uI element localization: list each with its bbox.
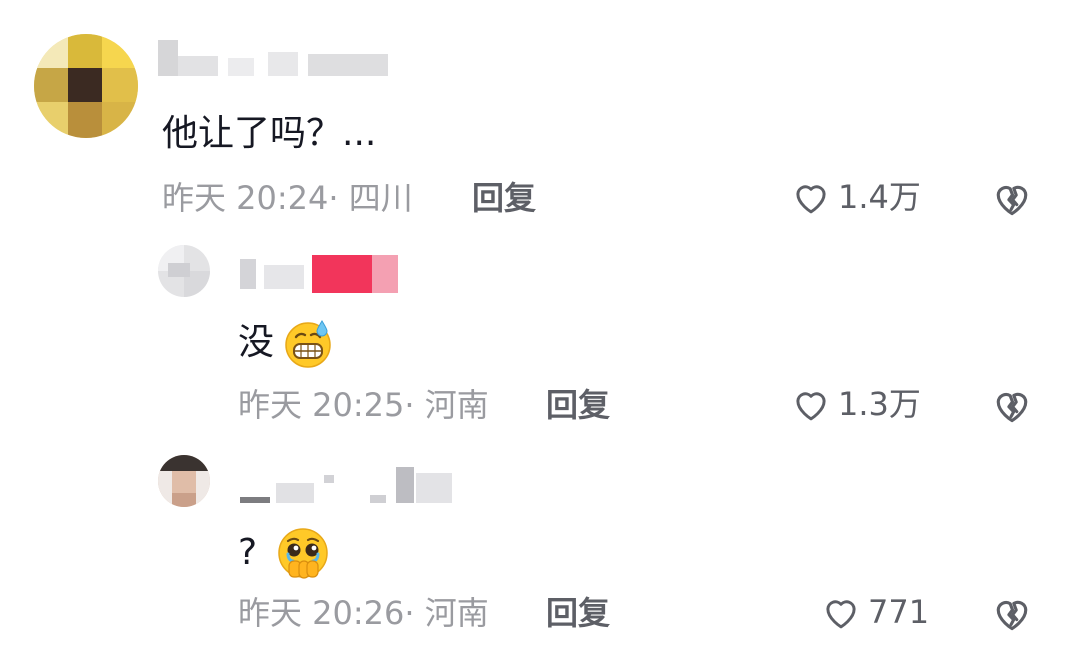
- like-count: 771: [868, 593, 930, 631]
- like-button[interactable]: 1.3万: [790, 383, 921, 425]
- comment-time: 昨天 20:24: [162, 179, 329, 217]
- holding-back-tears-emoji: [278, 528, 328, 579]
- comment-item: 他让了吗？... 昨天 20:24· 四川 回复 1.4万: [0, 0, 1080, 225]
- comment-location: · 河南: [404, 386, 489, 424]
- reply-button[interactable]: 回复: [472, 178, 536, 218]
- dislike-button[interactable]: [990, 176, 1034, 224]
- broken-heart-icon: [996, 392, 1028, 423]
- like-button[interactable]: 1.4万: [790, 176, 921, 218]
- avatar[interactable]: [158, 245, 210, 297]
- comment-meta: 昨天 20:26· 河南: [238, 593, 489, 633]
- comment-location: · 河南: [404, 594, 489, 632]
- comment-body: 他让了吗？...: [162, 113, 377, 154]
- username-blurred[interactable]: [240, 467, 460, 507]
- reply-button[interactable]: 回复: [546, 385, 610, 425]
- dislike-button[interactable]: [990, 591, 1034, 639]
- comment-text: 没: [238, 317, 334, 369]
- avatar[interactable]: [158, 455, 210, 507]
- comment-text: ?: [238, 525, 331, 581]
- comment-location: · 四川: [328, 179, 413, 217]
- like-count: 1.4万: [838, 178, 921, 216]
- reply-comment-item: ? 昨天 20:26· 河南 回复 771: [0, 435, 1080, 660]
- username-blurred[interactable]: [158, 40, 418, 80]
- comment-time: 昨天 20:26: [238, 594, 405, 632]
- comment-text: 他让了吗？...: [162, 112, 376, 156]
- avatar[interactable]: [34, 34, 138, 138]
- broken-heart-icon: [996, 600, 1028, 631]
- reply-button[interactable]: 回复: [546, 593, 610, 633]
- comment-meta: 昨天 20:25· 河南: [238, 385, 489, 425]
- grin-sweat-emoji: [285, 320, 331, 368]
- comment-body: 没: [238, 322, 275, 363]
- heart-icon: [796, 185, 826, 214]
- comment-time: 昨天 20:25: [238, 386, 405, 424]
- heart-icon: [826, 600, 856, 629]
- like-count: 1.3万: [838, 385, 921, 423]
- comment-body: ?: [238, 532, 258, 573]
- reply-comment-item: 没 昨天 20:25· 河南 回复 1.3万: [0, 225, 1080, 435]
- comment-meta: 昨天 20:24· 四川: [162, 178, 413, 218]
- like-button[interactable]: 771: [820, 591, 929, 633]
- username-blurred[interactable]: [240, 255, 410, 295]
- dislike-button[interactable]: [990, 383, 1034, 431]
- broken-heart-icon: [996, 185, 1028, 216]
- heart-icon: [796, 392, 826, 421]
